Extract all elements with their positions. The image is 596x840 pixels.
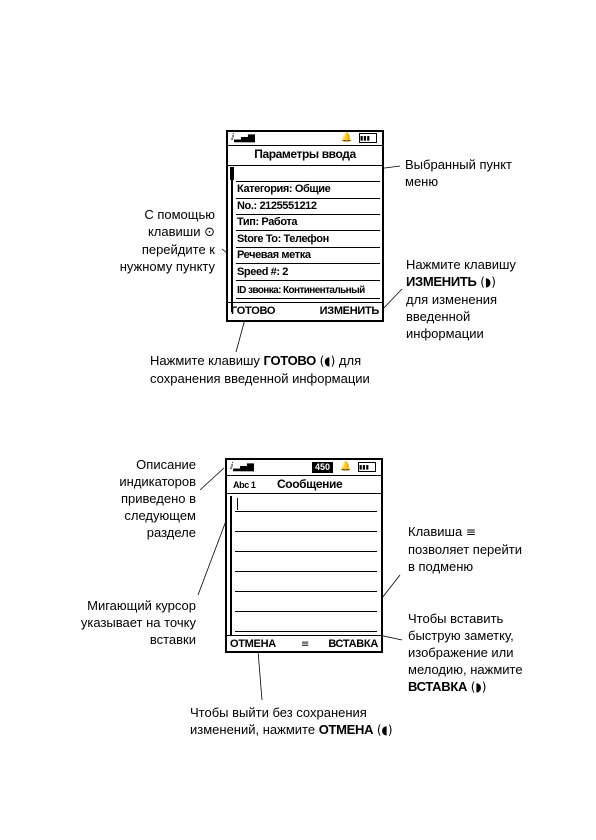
screen-title: Параметры ввода [254,147,356,161]
battery-icon: ▮▮▮ [359,133,377,143]
caption-change-line1: Нажмите клавишу [406,257,516,272]
caption-cancel-key: ОТМЕНА [318,722,374,737]
character-counter: 450 [312,462,334,473]
alert-ring-icon: 🔔 [340,462,352,472]
caption-navigate-rest: перейдите к нужному пункту [119,242,215,274]
menu-key-icon: ≡ [465,525,476,539]
menu-item-category[interactable]: Категория: Общие [237,183,331,196]
caption-selected-item: Выбранный пункт меню [405,157,513,189]
insert-softkey[interactable]: ВСТАВКА [328,638,378,650]
caption-indicators: Описание индикаторов приведено в следующ… [119,457,196,540]
caption-menu-key: Клавиша ≡ позволяет перейти в подменю [408,523,578,575]
caption-menu-line1: Клавиша ≡ [408,523,578,541]
menu-item-voice-tag[interactable]: Речевая метка [237,249,311,262]
caption-cursor: Мигающий курсор указывает на точку встав… [80,598,196,647]
caption-done-pre: Нажмите клавишу [150,353,260,368]
done-softkey[interactable]: ГОТОВО [231,305,275,317]
scroll-thumb [230,167,234,180]
caption-change-rest: для изменения введенной информации [406,292,498,341]
caption-change-key: ИЗМЕНИТЬ [406,274,477,289]
menu-item-speed-dial[interactable]: Speed #: 2 [237,266,288,279]
right-softkey-icon: (◗) [470,680,487,694]
caption-cancel-line2: изменений, нажмите ОТМЕНА (◖) [190,721,450,739]
caption-insert-key: ВСТАВКА [408,679,468,694]
phone-screen-message: ⅈ▂▄▆ 450 🔔 ▮▮▮ Abc 1 Сообщение ОТМЕНА ≡ … [225,458,383,653]
message-text-area[interactable] [235,495,377,635]
menu-item-type[interactable]: Тип: Работа [237,216,297,229]
screen-title: Сообщение [277,477,343,491]
cancel-softkey[interactable]: ОТМЕНА [230,638,276,650]
caption-insert: Чтобы вставить быструю заметку, изображе… [408,610,578,696]
menu-key-icon[interactable]: ≡ [301,640,309,650]
caption-menu-rest: позволяет перейти в подменю [408,542,522,574]
phone-screen-entry-settings: ⅈ▂▄▆ 🔔 ▮▮▮ Параметры ввода Категория: Об… [226,130,384,322]
signal-strength-icon: ⅈ▂▄▆ [231,133,255,143]
caption-insert-line-key: ВСТАВКА (◗) [408,678,578,696]
caption-done-key: ГОТОВО [263,353,317,368]
caption-cancel-line1: Чтобы выйти без сохранения [190,705,367,720]
caption-navigate: С помощью клавиши ⊙ перейдите к нужному … [60,206,215,275]
alert-ring-icon: 🔔 [341,133,353,143]
menu-item-store-to[interactable]: Store To: Телефон [237,233,329,246]
right-softkey-icon: (◗) [480,275,496,289]
battery-icon: ▮▮▮ [358,462,376,472]
signal-strength-icon: ⅈ▂▄▆ [230,462,254,472]
selected-row-highlight [236,168,380,182]
caption-done-line1: Нажмите клавишу ГОТОВО (◖) для [150,352,450,370]
left-softkey-icon: (◖) [376,723,393,737]
caption-change: Нажмите клавишу ИЗМЕНИТЬ (◗) для изменен… [406,256,576,342]
caption-cancel: Чтобы выйти без сохранения изменений, на… [190,704,450,739]
caption-navigate-line1: С помощью [144,207,215,222]
caption-done: Нажмите клавишу ГОТОВО (◖) для сохранени… [150,352,450,387]
caption-done-post: для [338,353,362,368]
change-softkey[interactable]: ИЗМЕНИТЬ [320,305,380,317]
menu-item-caller-id[interactable]: ID звонка: Континентальный [237,284,365,297]
caption-change-line2: ИЗМЕНИТЬ (◗) [406,273,576,291]
caption-insert-text: Чтобы вставить быструю заметку, изображе… [408,611,523,677]
scroll-bar[interactable] [231,167,233,312]
caption-menu-pre: Клавиша [408,524,463,539]
menu-item-number[interactable]: No.: 2125551212 [237,200,317,213]
nav-key-icon: ⊙ [204,225,215,240]
caption-navigate-key-label: клавиши [147,224,201,239]
scroll-bar[interactable] [230,496,232,636]
caption-done-line2: сохранения введенной информации [150,371,370,386]
manual-page: ⅈ▂▄▆ 🔔 ▮▮▮ Параметры ввода Категория: Об… [0,0,596,840]
text-entry-mode: Abc 1 [233,480,256,490]
caption-navigate-line2: клавиши ⊙ [60,223,215,241]
caption-cancel-pre2: изменений, нажмите [190,722,316,737]
left-softkey-icon: (◖) [319,354,336,368]
